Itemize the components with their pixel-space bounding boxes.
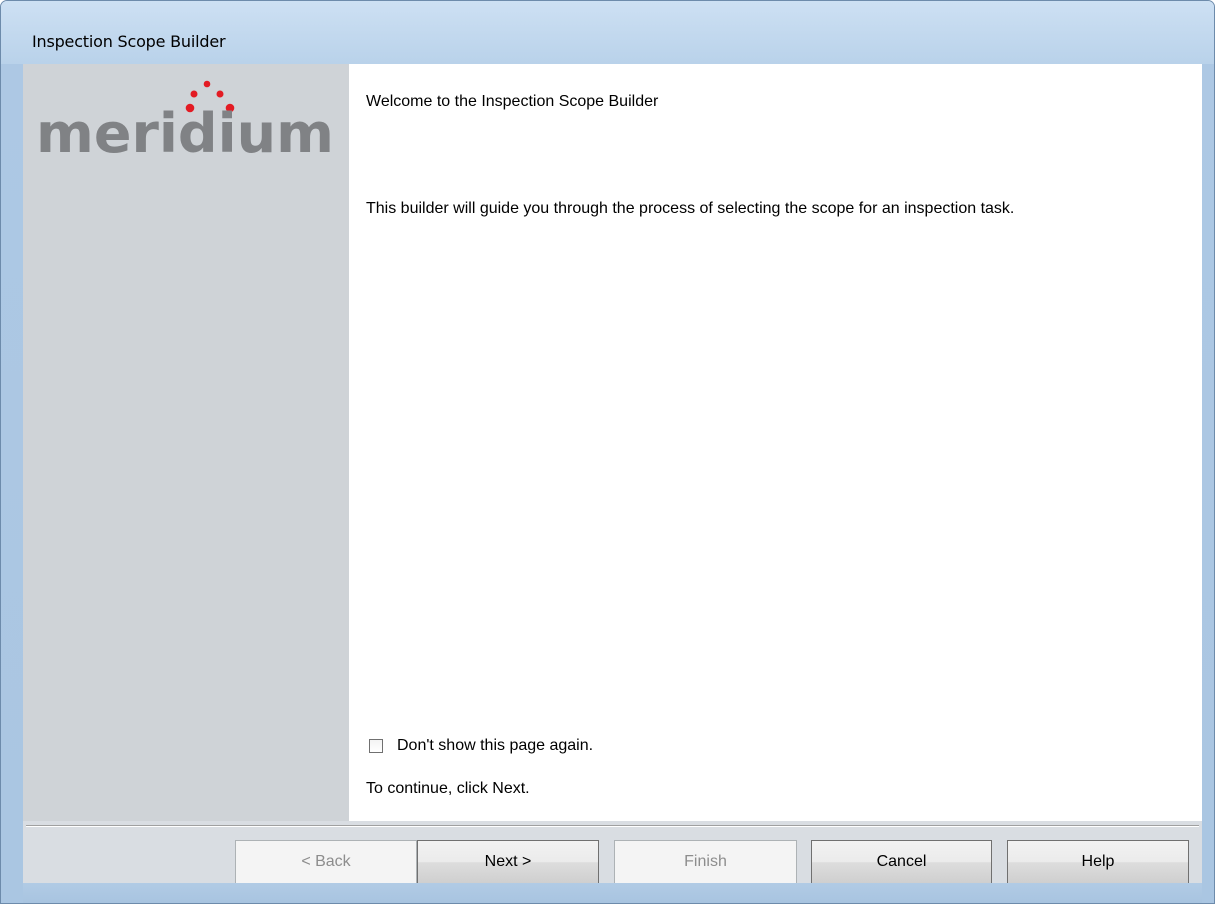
window-title: Inspection Scope Builder xyxy=(32,32,226,51)
builder-description: This builder will guide you through the … xyxy=(366,200,1015,217)
next-button-label: Next > xyxy=(484,853,532,870)
wizard-sidebar: meridium xyxy=(23,64,349,821)
logo-dot-upper-right xyxy=(216,90,224,98)
dont-show-again-option[interactable]: Don't show this page again. xyxy=(369,735,593,757)
logo-dot-top xyxy=(203,80,211,88)
dont-show-again-checkbox[interactable] xyxy=(369,739,383,753)
logo-dot-upper-left xyxy=(190,90,198,98)
continue-instruction: To continue, click Next. xyxy=(366,780,530,797)
finish-button[interactable]: Finish xyxy=(614,840,797,884)
next-button[interactable]: Next > xyxy=(417,840,599,884)
wizard-client-area: meridium Welcome to the Inspection Scope… xyxy=(23,64,1202,884)
cancel-button[interactable]: Cancel xyxy=(811,840,992,884)
back-button[interactable]: < Back xyxy=(235,840,417,884)
button-bar-separator xyxy=(26,825,1199,827)
wizard-window: Inspection Scope Builder meridium Welcom… xyxy=(0,0,1215,904)
meridium-logo: meridium xyxy=(36,72,336,162)
welcome-heading: Welcome to the Inspection Scope Builder xyxy=(366,93,659,110)
logo-wordmark: meridium xyxy=(36,102,334,162)
title-bar[interactable]: Inspection Scope Builder xyxy=(1,1,1214,64)
help-button[interactable]: Help xyxy=(1007,840,1189,884)
wizard-content: Welcome to the Inspection Scope Builder … xyxy=(349,64,1202,821)
window-bottom-frame xyxy=(23,883,1202,903)
dont-show-again-label[interactable]: Don't show this page again. xyxy=(397,737,593,755)
